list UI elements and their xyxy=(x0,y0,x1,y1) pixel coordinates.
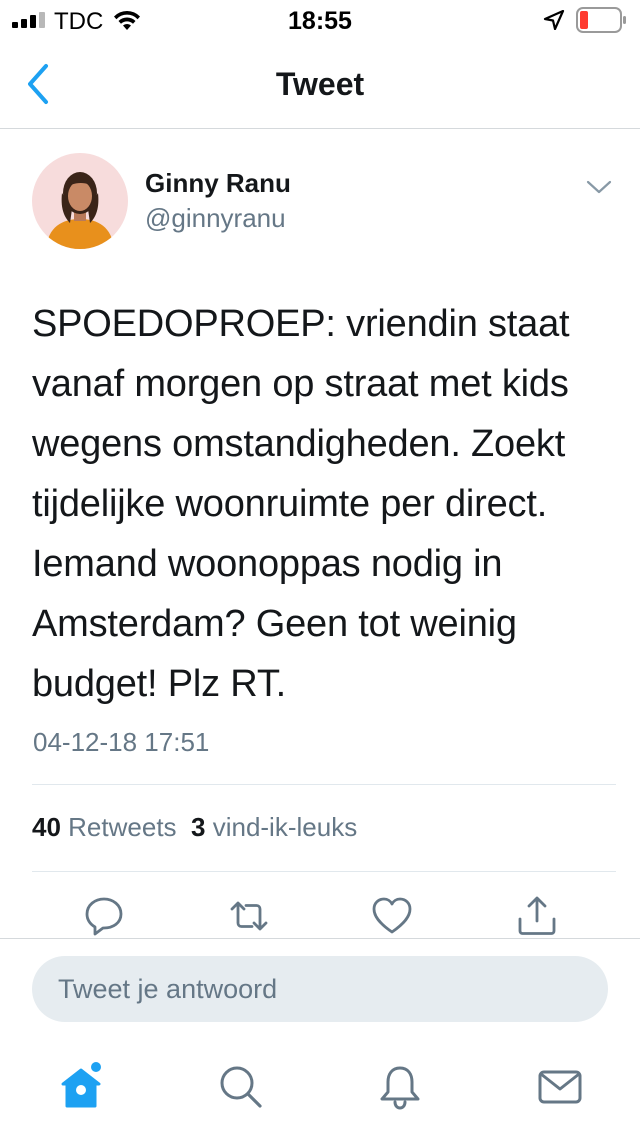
like-stat[interactable]: 3 vind-ik-leuks xyxy=(191,812,357,842)
reply-button[interactable] xyxy=(81,893,127,939)
author-handle[interactable]: @ginnyranu xyxy=(145,203,286,234)
like-label: vind-ik-leuks xyxy=(212,812,358,842)
tab-search[interactable] xyxy=(216,1062,264,1110)
retweet-button[interactable] xyxy=(226,893,272,939)
share-icon xyxy=(518,896,556,935)
avatar[interactable] xyxy=(32,153,128,249)
like-icon xyxy=(372,897,412,934)
tab-home[interactable] xyxy=(57,1062,105,1110)
share-button[interactable] xyxy=(514,893,560,939)
battery-low-icon xyxy=(576,7,626,33)
divider xyxy=(32,871,616,872)
reply-input[interactable]: Tweet je antwoord xyxy=(32,956,608,1022)
avatar-image xyxy=(32,153,128,249)
more-options-button[interactable] xyxy=(586,178,612,196)
tab-messages[interactable] xyxy=(536,1062,584,1110)
retweet-count: 40 xyxy=(32,812,61,842)
notifications-icon xyxy=(380,1066,420,1110)
reply-placeholder: Tweet je antwoord xyxy=(58,974,278,1004)
status-bar: TDC 18:55 xyxy=(0,0,640,40)
messages-icon xyxy=(538,1070,582,1104)
page-title: Tweet xyxy=(275,66,365,102)
location-arrow-icon xyxy=(543,10,565,30)
divider xyxy=(0,938,640,939)
tweet-timestamp: 04-12-18 17:51 xyxy=(33,727,210,757)
chevron-down-icon xyxy=(586,180,612,194)
divider xyxy=(32,784,616,785)
retweet-label: Retweets xyxy=(68,812,177,842)
reply-icon xyxy=(85,897,123,936)
tweet-text: SPOEDOPROEP: vriendin staat vanaf morgen… xyxy=(32,303,570,705)
author-name[interactable]: Ginny Ranu xyxy=(145,168,291,199)
tweet-stats: 40 Retweets 3 vind-ik-leuks xyxy=(32,812,357,843)
home-icon xyxy=(61,1062,101,1108)
search-icon xyxy=(220,1066,262,1108)
like-button[interactable] xyxy=(369,893,415,939)
nav-bar: Tweet xyxy=(0,40,640,129)
retweet-icon xyxy=(230,901,268,931)
tab-notifications[interactable] xyxy=(376,1062,424,1110)
like-count: 3 xyxy=(191,812,206,842)
retweet-stat[interactable]: 40 Retweets xyxy=(32,812,177,842)
